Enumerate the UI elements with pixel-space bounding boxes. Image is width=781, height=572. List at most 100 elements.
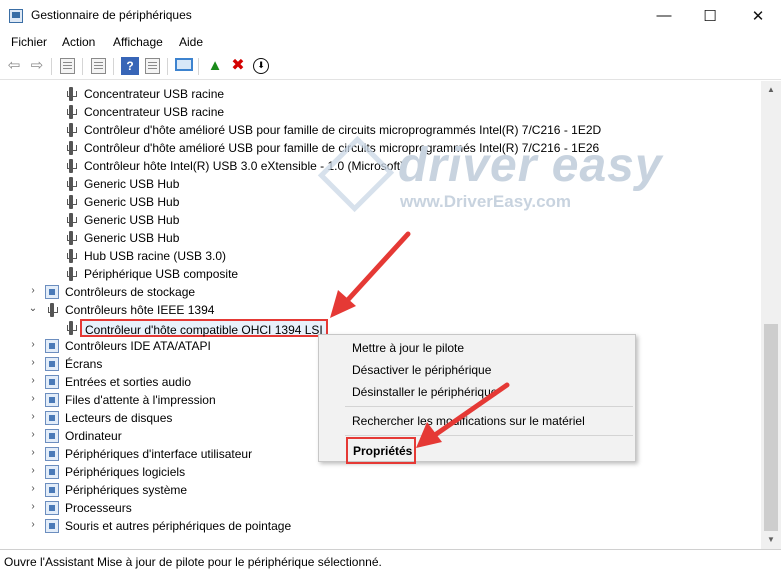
menu-fichier[interactable]: Fichier [11,35,47,49]
expand-chevron-icon[interactable]: › [27,483,39,494]
usb-icon [64,231,78,245]
tree-category-label: Écrans [65,357,103,371]
help-icon[interactable]: ? [121,57,139,75]
mouse-icon [45,519,59,533]
properties-panel-icon[interactable] [145,58,160,74]
vertical-scrollbar[interactable]: ▲ ▼ [761,81,781,549]
minimize-button[interactable]: — [641,0,687,31]
window-title: Gestionnaire de périphériques [31,8,192,22]
tree-row[interactable]: Generic USB Hub [0,211,761,229]
expand-chevron-icon[interactable]: › [27,339,39,350]
menu-disable-device[interactable]: Désactiver le périphérique [352,363,491,377]
selected-device-label[interactable]: Contrôleur d'hôte compatible OHCI 1394 L… [80,319,328,337]
display-icon [45,357,59,371]
usb-icon [64,213,78,227]
tree-category-label: Périphériques système [65,483,188,497]
hid-icon [45,447,59,461]
tree-row[interactable]: Generic USB Hub [0,193,761,211]
tree-category-label: Files d'attente à l'impression [65,393,216,407]
usb-icon [64,105,78,119]
tree-category-label: Contrôleurs de stockage [65,285,196,299]
tree-row-software-devices[interactable]: › Périphériques logiciels [0,463,761,481]
expand-chevron-icon[interactable]: › [27,393,39,404]
tree-item-label: Contrôleur d'hôte amélioré USB pour fami… [84,123,602,137]
tree-row[interactable]: Concentrateur USB racine [0,85,761,103]
tree-item-label: Contrôleur hôte Intel(R) USB 3.0 eXtensi… [84,159,405,173]
tree-category-label: Périphériques logiciels [65,465,186,479]
toolbar-separator [113,58,114,75]
tree-row-ieee1394[interactable]: ⌄ Contrôleurs hôte IEEE 1394 [0,301,761,319]
menu-uninstall-device[interactable]: Désinstaller le périphérique [352,385,497,399]
scroll-thumb[interactable] [764,324,778,531]
refresh-icon[interactable] [91,58,106,74]
usb-icon [64,141,78,155]
tree-category-label: Entrées et sorties audio [65,375,192,389]
tree-category-label: Contrôleurs hôte IEEE 1394 [65,303,215,317]
system-device-icon [45,483,59,497]
menu-scan-hardware[interactable]: Rechercher les modifications sur le maté… [352,414,585,428]
expand-chevron-icon[interactable]: › [27,285,39,296]
tree-item-label: Generic USB Hub [84,231,180,245]
toolbar-separator [198,58,199,75]
uninstall-icon[interactable]: ✖ [229,57,247,75]
expand-chevron-icon[interactable]: › [27,411,39,422]
expand-chevron-icon[interactable]: › [27,501,39,512]
tree-row[interactable]: Concentrateur USB racine [0,103,761,121]
expand-chevron-icon[interactable]: › [27,429,39,440]
software-device-icon [45,465,59,479]
maximize-button[interactable]: ☐ [687,0,733,31]
monitor-icon[interactable] [175,58,193,71]
scroll-up-icon[interactable]: ▲ [761,81,781,99]
expand-chevron-icon[interactable]: › [27,375,39,386]
disk-drive-icon [45,411,59,425]
tree-row[interactable]: Contrôleur hôte Intel(R) USB 3.0 eXtensi… [0,157,761,175]
usb-icon [64,87,78,101]
tree-item-label: Périphérique USB composite [84,267,239,281]
download-icon[interactable]: ⬇ [253,58,269,74]
tree-item-label: Concentrateur USB racine [84,87,225,101]
expand-chevron-icon[interactable]: › [27,465,39,476]
menu-separator [345,435,633,436]
tree-row[interactable]: Generic USB Hub [0,229,761,247]
usb-icon [64,249,78,263]
usb-icon [64,267,78,281]
collapse-chevron-icon[interactable]: ⌄ [27,303,39,314]
usb-icon [64,177,78,191]
menu-update-driver[interactable]: Mettre à jour le pilote [352,341,464,355]
tree-item-label: Hub USB racine (USB 3.0) [84,249,227,263]
back-arrow-icon[interactable]: ⇦ [5,57,23,75]
ieee1394-device-icon [64,321,78,335]
tree-item-label: Contrôleur d'hôte amélioré USB pour fami… [84,141,600,155]
printer-icon [45,393,59,407]
menu-properties-label: Propriétés [353,444,413,458]
properties-sheet-icon[interactable] [60,58,75,74]
tree-row-storage[interactable]: › Contrôleurs de stockage [0,283,761,301]
expand-chevron-icon[interactable]: › [27,519,39,530]
update-driver-icon[interactable]: ▲ [206,57,224,75]
expand-chevron-icon[interactable]: › [27,447,39,458]
processor-icon [45,501,59,515]
menu-affichage[interactable]: Affichage [113,35,163,49]
tree-row[interactable]: Périphérique USB composite [0,265,761,283]
tree-row-system-devices[interactable]: › Périphériques système [0,481,761,499]
ide-controller-icon [45,339,59,353]
tree-row[interactable]: Hub USB racine (USB 3.0) [0,247,761,265]
menu-action[interactable]: Action [62,35,95,49]
forward-arrow-icon[interactable]: ⇨ [28,57,46,75]
status-text: Ouvre l'Assistant Mise à jour de pilote … [4,555,382,569]
tree-item-label: Generic USB Hub [84,213,180,227]
tree-row-processors[interactable]: › Processeurs [0,499,761,517]
tree-row-mice[interactable]: › Souris et autres périphériques de poin… [0,517,761,535]
tree-row[interactable]: Contrôleur d'hôte amélioré USB pour fami… [0,139,761,157]
expand-chevron-icon[interactable]: › [27,357,39,368]
menu-aide[interactable]: Aide [179,35,203,49]
device-manager-icon [9,9,23,23]
tree-row[interactable]: Contrôleur d'hôte amélioré USB pour fami… [0,121,761,139]
tree-category-label: Ordinateur [65,429,122,443]
close-button[interactable]: ✕ [735,0,781,31]
ieee1394-icon [45,303,59,317]
menu-properties[interactable]: Propriétés [346,437,416,464]
scroll-down-icon[interactable]: ▼ [761,531,781,549]
toolbar-separator [82,58,83,75]
tree-row[interactable]: Generic USB Hub [0,175,761,193]
